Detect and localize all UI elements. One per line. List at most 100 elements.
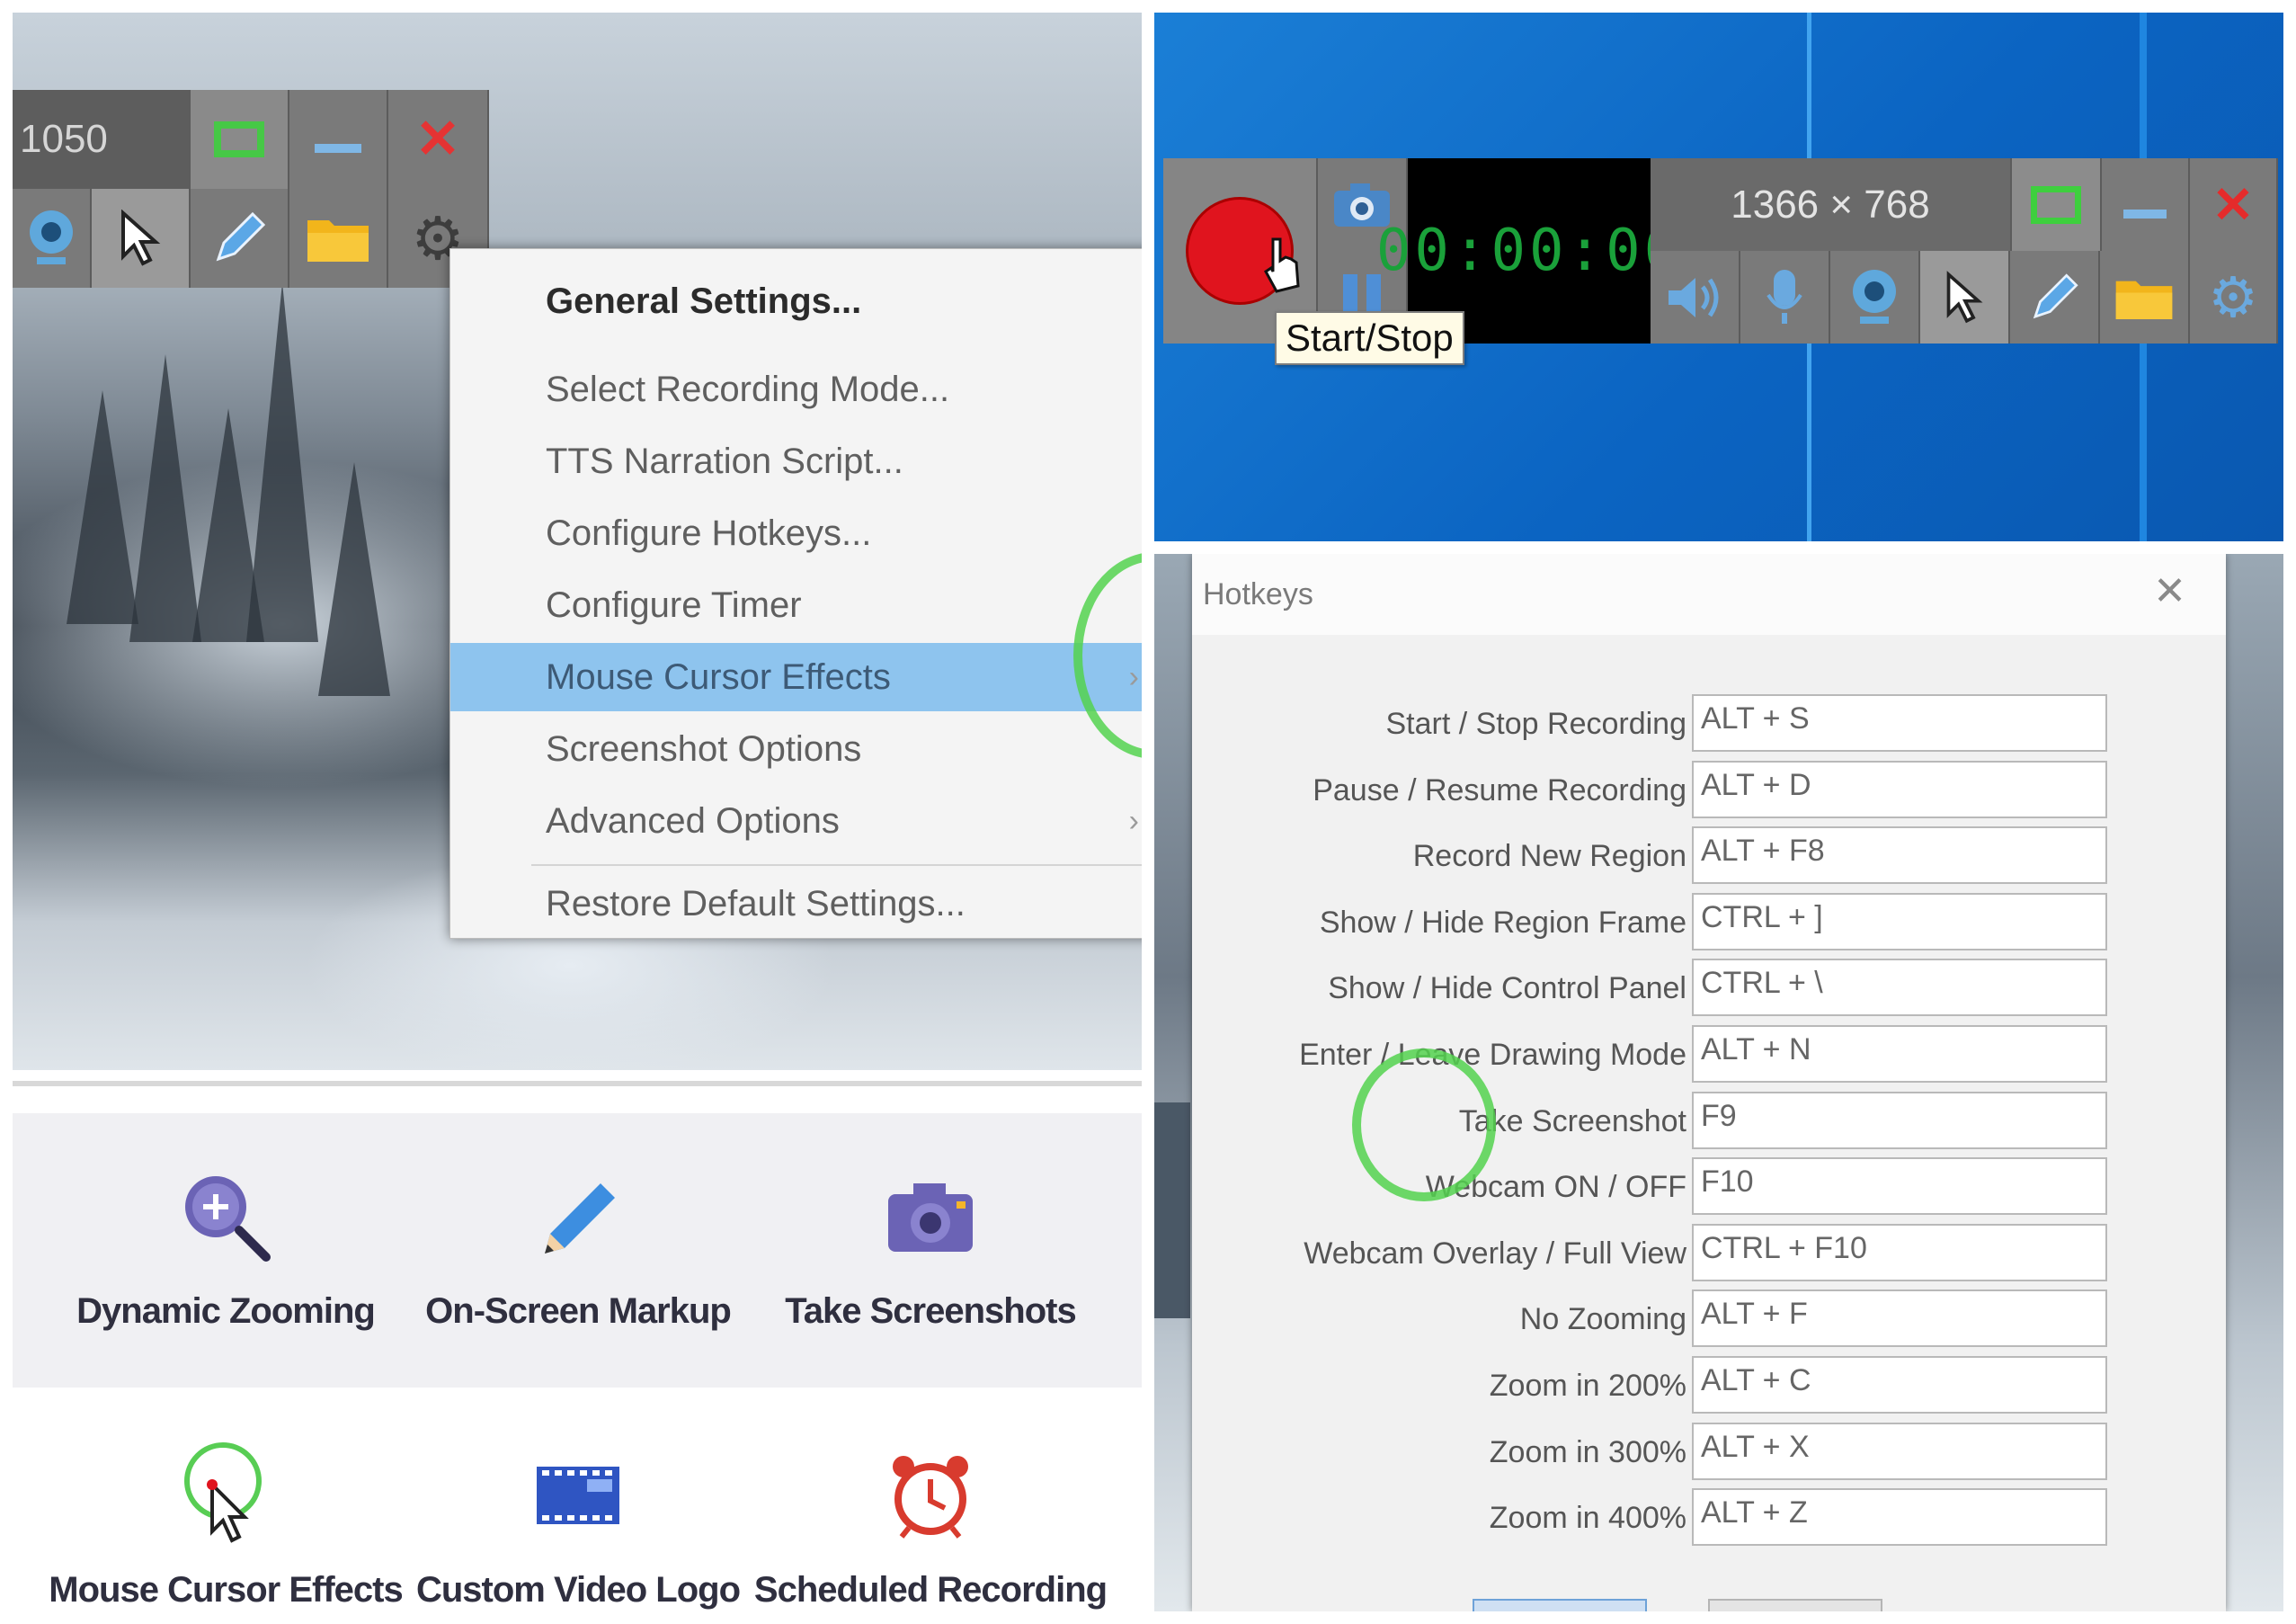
webcam-button[interactable] <box>13 189 92 288</box>
film-logo-icon <box>537 1467 619 1524</box>
feature-on-screen-markup: On-Screen Markup <box>390 1113 766 1383</box>
hotkey-field[interactable]: ALT + F <box>1692 1289 2107 1347</box>
hotkey-field[interactable]: ALT + N <box>1692 1025 2107 1083</box>
close-button[interactable]: ✕ <box>388 90 489 189</box>
hotkey-field[interactable]: ALT + X <box>1692 1423 2107 1480</box>
feature-label: Take Screenshots <box>785 1291 1076 1331</box>
minimize-icon <box>2123 209 2167 219</box>
region-frame-button[interactable] <box>191 90 289 189</box>
webcam-button[interactable] <box>1830 251 1920 344</box>
feature-label: Scheduled Recording <box>753 1570 1108 1610</box>
menu-item-label: General Settings... <box>546 281 862 321</box>
close-icon: ✕ <box>2211 175 2255 233</box>
cursor-highlight-ring <box>1352 1048 1496 1201</box>
hotkey-field[interactable]: ALT + C <box>1692 1356 2107 1414</box>
settings-button[interactable]: ⚙ <box>2190 251 2278 344</box>
speaker-button[interactable] <box>1651 251 1740 344</box>
pointer-button[interactable] <box>1920 251 2010 344</box>
feature-label: On-Screen Markup <box>425 1291 732 1331</box>
open-folder-button[interactable] <box>289 189 388 288</box>
feature-label: Dynamic Zooming <box>76 1291 376 1331</box>
ok-button[interactable] <box>1473 1599 1647 1611</box>
menu-item-mouse-cursor-effects[interactable]: Mouse Cursor Effects › <box>450 643 1142 711</box>
menu-item-configure-timer[interactable]: Configure Timer <box>450 571 1142 639</box>
close-icon[interactable]: ✕ <box>2153 568 2186 614</box>
minimize-button[interactable] <box>289 90 388 189</box>
webcam-icon <box>1853 269 1896 324</box>
resolution-display: 1366 × 768 <box>1651 158 2012 251</box>
hotkey-field[interactable]: ALT + Z <box>1692 1488 2107 1546</box>
close-button[interactable]: ✕ <box>2190 158 2278 251</box>
feature-dynamic-zooming: Dynamic Zooming <box>38 1113 414 1383</box>
hotkey-label: No Zooming <box>1519 1302 1686 1336</box>
menu-item-label: Mouse Cursor Effects <box>546 656 891 697</box>
recorder-toolbar-panel: 00:00:00 1366 × 768 ✕ ⚙ Start/Stop <box>1154 13 2283 541</box>
pointer-button[interactable] <box>92 189 191 288</box>
dialog-titlebar: Hotkeys ✕ <box>1192 554 2226 635</box>
webcam-icon <box>30 210 73 264</box>
menu-separator <box>531 864 1142 866</box>
dialog-title: Hotkeys <box>1203 577 1313 611</box>
hotkey-label: Zoom in 300% <box>1489 1435 1686 1469</box>
hotkey-field[interactable]: CTRL + \ <box>1692 959 2107 1016</box>
zoom-icon <box>185 1176 271 1262</box>
camera-icon <box>888 1183 973 1252</box>
hotkey-label: Show / Hide Region Frame <box>1319 906 1686 940</box>
hotkey-label: Start / Stop Recording <box>1385 707 1686 741</box>
menu-item-screenshot-options[interactable]: Screenshot Options <box>450 715 1142 783</box>
background-tree <box>318 462 390 696</box>
pointer-icon <box>121 210 161 266</box>
hotkey-field[interactable]: ALT + F8 <box>1692 826 2107 884</box>
open-folder-button[interactable] <box>2100 251 2190 344</box>
region-frame-icon <box>214 121 264 157</box>
hotkey-label: Zoom in 200% <box>1489 1369 1686 1403</box>
hotkey-field[interactable]: F10 <box>1692 1157 2107 1215</box>
folder-icon <box>307 220 369 262</box>
background-tree <box>67 390 138 624</box>
cancel-button[interactable] <box>1708 1599 1882 1611</box>
minimize-icon <box>315 144 361 153</box>
menu-item-advanced-options[interactable]: Advanced Options › <box>450 787 1142 855</box>
speaker-icon <box>1669 277 1719 317</box>
microphone-button[interactable] <box>1740 251 1830 344</box>
draw-button[interactable] <box>2010 251 2100 344</box>
menu-item-label: Advanced Options <box>546 800 840 841</box>
hotkey-field[interactable]: CTRL + F10 <box>1692 1224 2107 1281</box>
settings-menu-panel: 1050 ✕ ⚙ General Settings... Select Reco… <box>13 13 1142 1070</box>
feature-scheduled-recording: Scheduled Recording <box>743 1392 1118 1611</box>
timer-text: 00:00:00 <box>1375 218 1683 284</box>
menu-item-restore-default-settings[interactable]: Restore Default Settings... <box>450 870 1142 938</box>
hotkey-label: Webcam Overlay / Full View <box>1304 1236 1686 1271</box>
hotkey-field[interactable]: F9 <box>1692 1092 2107 1149</box>
hotkey-label: Show / Hide Control Panel <box>1328 971 1686 1005</box>
draw-button[interactable] <box>191 189 289 288</box>
gear-icon: ⚙ <box>2208 267 2258 329</box>
resolution-text: 1366 × 768 <box>1731 182 1930 227</box>
hotkey-label: Pause / Resume Recording <box>1313 773 1686 808</box>
menu-item-configure-hotkeys[interactable]: Configure Hotkeys... <box>450 499 1142 567</box>
pointer-icon <box>1946 270 1983 323</box>
menu-item-tts-narration-script[interactable]: TTS Narration Script... <box>450 427 1142 495</box>
menu-item-label: Restore Default Settings... <box>546 883 966 924</box>
menu-item-general-settings[interactable]: General Settings... <box>450 267 1142 335</box>
hotkey-field[interactable]: ALT + S <box>1692 694 2107 752</box>
menu-item-label: Configure Timer <box>546 584 802 625</box>
submenu-arrow-icon: › <box>1128 803 1139 838</box>
feature-row: Mouse Cursor Effects Custom Video Logo S… <box>13 1392 1142 1611</box>
background-window-edge <box>1154 1102 1190 1318</box>
region-frame-button[interactable] <box>2012 158 2102 251</box>
folder-icon <box>2115 281 2173 319</box>
menu-item-label: TTS Narration Script... <box>546 441 903 481</box>
hotkey-field[interactable]: CTRL + ] <box>1692 893 2107 950</box>
hotkey-field[interactable]: ALT + D <box>1692 761 2107 818</box>
settings-context-menu: General Settings... Select Recording Mod… <box>449 248 1142 939</box>
feature-label: Custom Video Logo <box>415 1570 741 1610</box>
minimize-button[interactable] <box>2102 158 2190 251</box>
pencil-icon <box>2033 272 2078 318</box>
menu-item-select-recording-mode[interactable]: Select Recording Mode... <box>450 355 1142 424</box>
resolution-text: 1050 <box>20 117 108 161</box>
menu-item-label: Configure Hotkeys... <box>546 513 872 553</box>
feature-mouse-cursor-effects: Mouse Cursor Effects <box>38 1392 414 1611</box>
hotkey-label: Record New Region <box>1412 839 1686 873</box>
background-tree <box>129 354 201 642</box>
